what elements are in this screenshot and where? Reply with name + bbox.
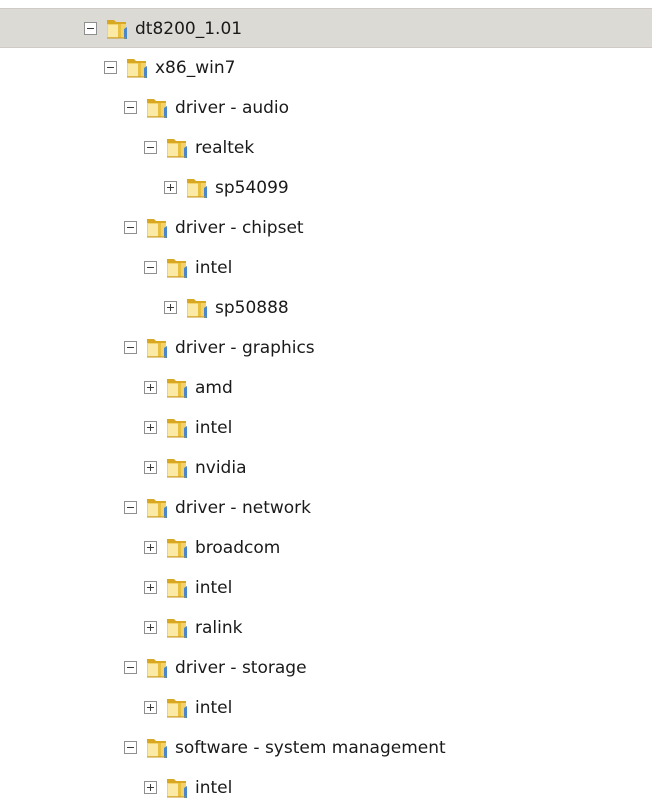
- folder-icon: [167, 379, 187, 398]
- tree-item-5[interactable]: driver - chipset: [0, 208, 652, 248]
- expand-toggle-icon[interactable]: [144, 541, 157, 554]
- tree-item-15[interactable]: ralink: [0, 608, 652, 648]
- collapse-toggle-icon[interactable]: [124, 501, 137, 514]
- tree-item-label: realtek: [195, 138, 255, 158]
- tree-item-6[interactable]: intel: [0, 248, 652, 288]
- folder-icon: [187, 179, 207, 198]
- folder-icon: [167, 579, 187, 598]
- expand-toggle-icon[interactable]: [144, 421, 157, 434]
- collapse-toggle-icon[interactable]: [124, 661, 137, 674]
- folder-icon: [147, 219, 167, 238]
- expand-toggle-icon[interactable]: [164, 181, 177, 194]
- folder-icon: [147, 499, 167, 518]
- collapse-toggle-icon[interactable]: [124, 101, 137, 114]
- tree-item-label: driver - storage: [175, 658, 307, 678]
- tree-item-16[interactable]: driver - storage: [0, 648, 652, 688]
- tree-item-label: dt8200_1.01: [135, 19, 243, 39]
- folder-tree: dt8200_1.01 x86_win7 driver - audio real…: [0, 8, 652, 808]
- tree-item-19[interactable]: intel: [0, 768, 652, 808]
- tree-item-3[interactable]: realtek: [0, 128, 652, 168]
- tree-item-label: intel: [195, 778, 233, 798]
- collapse-toggle-icon[interactable]: [144, 261, 157, 274]
- tree-item-label: x86_win7: [155, 58, 236, 78]
- tree-item-label: software - system management: [175, 738, 446, 758]
- tree-item-10[interactable]: intel: [0, 408, 652, 448]
- folder-icon: [127, 59, 147, 78]
- tree-item-label: intel: [195, 418, 233, 438]
- tree-item-label: amd: [195, 378, 233, 398]
- tree-item-17[interactable]: intel: [0, 688, 652, 728]
- tree-item-1[interactable]: x86_win7: [0, 48, 652, 88]
- folder-icon: [147, 99, 167, 118]
- tree-item-0[interactable]: dt8200_1.01: [0, 8, 652, 48]
- folder-icon: [147, 659, 167, 678]
- tree-item-label: ralink: [195, 618, 243, 638]
- tree-item-label: driver - network: [175, 498, 311, 518]
- folder-icon: [147, 739, 167, 758]
- tree-item-18[interactable]: software - system management: [0, 728, 652, 768]
- tree-item-13[interactable]: broadcom: [0, 528, 652, 568]
- tree-item-label: nvidia: [195, 458, 247, 478]
- folder-icon: [167, 259, 187, 278]
- tree-item-8[interactable]: driver - graphics: [0, 328, 652, 368]
- expand-toggle-icon[interactable]: [144, 621, 157, 634]
- collapse-toggle-icon[interactable]: [104, 61, 117, 74]
- expand-toggle-icon[interactable]: [144, 461, 157, 474]
- folder-icon: [167, 539, 187, 558]
- folder-icon: [107, 20, 127, 39]
- tree-item-7[interactable]: sp50888: [0, 288, 652, 328]
- expand-toggle-icon[interactable]: [144, 701, 157, 714]
- folder-icon: [167, 699, 187, 718]
- tree-item-label: intel: [195, 698, 233, 718]
- tree-item-label: broadcom: [195, 538, 281, 558]
- tree-item-11[interactable]: nvidia: [0, 448, 652, 488]
- collapse-toggle-icon[interactable]: [124, 341, 137, 354]
- folder-icon: [147, 339, 167, 358]
- expand-toggle-icon[interactable]: [144, 581, 157, 594]
- tree-item-label: sp54099: [215, 178, 289, 198]
- expand-toggle-icon[interactable]: [144, 781, 157, 794]
- tree-item-label: driver - audio: [175, 98, 290, 118]
- collapse-toggle-icon[interactable]: [124, 221, 137, 234]
- collapse-toggle-icon[interactable]: [124, 741, 137, 754]
- folder-icon: [167, 619, 187, 638]
- tree-item-2[interactable]: driver - audio: [0, 88, 652, 128]
- tree-item-9[interactable]: amd: [0, 368, 652, 408]
- tree-item-14[interactable]: intel: [0, 568, 652, 608]
- folder-icon: [167, 779, 187, 798]
- tree-item-label: sp50888: [215, 298, 289, 318]
- tree-item-12[interactable]: driver - network: [0, 488, 652, 528]
- folder-icon: [167, 419, 187, 438]
- collapse-toggle-icon[interactable]: [144, 141, 157, 154]
- collapse-toggle-icon[interactable]: [84, 22, 97, 35]
- expand-toggle-icon[interactable]: [164, 301, 177, 314]
- tree-item-label: intel: [195, 578, 233, 598]
- folder-icon: [167, 139, 187, 158]
- tree-item-label: driver - chipset: [175, 218, 304, 238]
- expand-toggle-icon[interactable]: [144, 381, 157, 394]
- tree-item-label: intel: [195, 258, 233, 278]
- folder-icon: [167, 459, 187, 478]
- tree-item-label: driver - graphics: [175, 338, 315, 358]
- tree-item-4[interactable]: sp54099: [0, 168, 652, 208]
- folder-icon: [187, 299, 207, 318]
